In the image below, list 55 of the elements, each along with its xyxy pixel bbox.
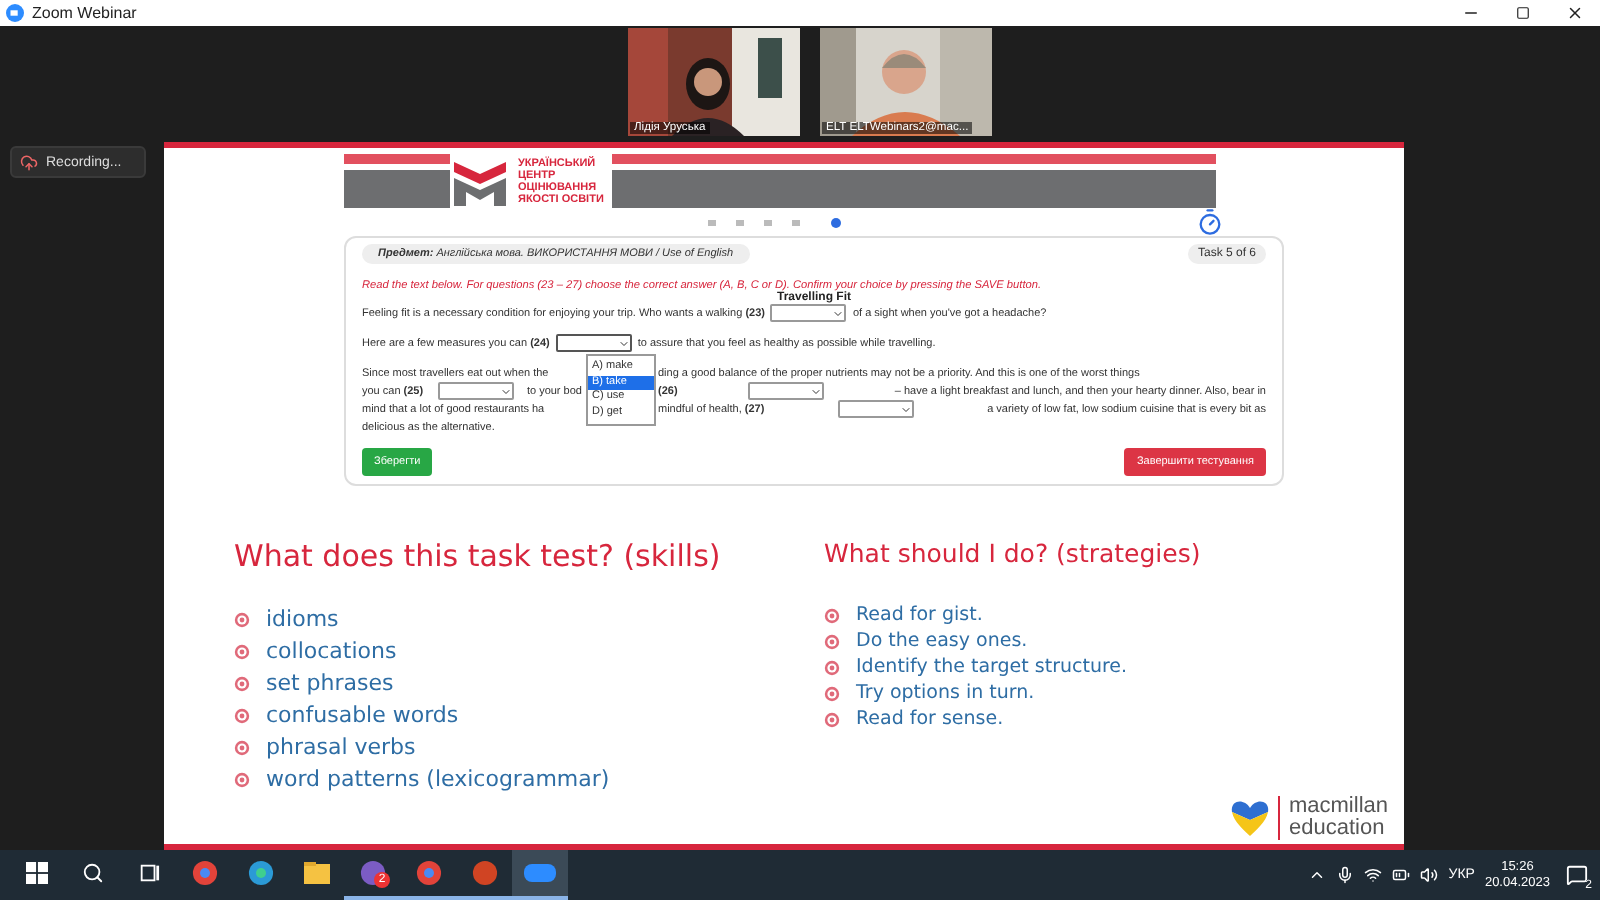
target-bullet-icon: [824, 659, 840, 675]
list-item: idioms: [266, 606, 339, 632]
heart-logo-icon: [1230, 800, 1271, 836]
target-bullet-icon: [824, 685, 840, 701]
brand-text: education: [1288, 818, 1387, 840]
list-item: word patterns (lexicogrammar): [266, 766, 610, 792]
target-bullet-icon: [234, 643, 250, 659]
list-item: Do the easy ones.: [856, 630, 1028, 652]
slide-heading: What does this task test? (skills): [234, 538, 723, 574]
answer-dropdown[interactable]: [555, 334, 632, 352]
caret-icon: [832, 307, 845, 319]
target-bullet-icon: [234, 611, 250, 627]
notifications-icon[interactable]: [1565, 864, 1587, 886]
target-bullet-icon: [234, 675, 250, 691]
folder-icon: [303, 862, 329, 884]
cloud-upload-icon: [20, 153, 38, 171]
presentation-icon: [471, 860, 497, 886]
list-item: collocations: [266, 638, 397, 664]
brand-text: macmillan: [1288, 796, 1388, 818]
list-item: Identify the target structure.: [856, 656, 1128, 678]
target-bullet-icon: [234, 771, 250, 787]
caret-icon: [617, 337, 630, 349]
target-bullet-icon: [234, 739, 250, 755]
list-item: Read for sense.: [856, 708, 1004, 730]
target-bullet-icon: [824, 607, 840, 623]
slide-heading: What should I do? (strategies): [824, 538, 1203, 568]
browser-icon: [191, 860, 217, 886]
list-item: Read for gist.: [856, 604, 983, 626]
caret-icon: [899, 403, 912, 415]
target-bullet-icon: [824, 711, 840, 727]
search-icon: [81, 862, 103, 884]
windows-icon: [25, 862, 47, 884]
list-item: set phrases: [266, 670, 394, 696]
target-bullet-icon: [234, 707, 250, 723]
target-bullet-icon: [824, 633, 840, 649]
camera-app-icon: [524, 864, 556, 882]
browser-icon: [415, 860, 441, 886]
task-view-icon: [137, 862, 159, 884]
battery-icon[interactable]: [1392, 866, 1411, 884]
stopwatch-icon: [1196, 208, 1224, 236]
window-title: Zoom Webinar: [32, 4, 139, 22]
caret-icon: [499, 385, 512, 397]
volume-icon[interactable]: [1420, 866, 1439, 884]
microphone-icon[interactable]: [1336, 866, 1355, 884]
banner-block: [344, 170, 450, 208]
close-icon: [1565, 4, 1583, 22]
caret-icon: [810, 385, 823, 397]
chevron-up-icon[interactable]: [1308, 866, 1327, 884]
list-item: Try options in turn.: [856, 682, 1035, 704]
list-item: phrasal verbs: [266, 734, 416, 760]
network-icon[interactable]: [1364, 866, 1383, 884]
list-item: confusable words: [266, 702, 459, 728]
maximize-icon: [1515, 6, 1529, 20]
browser-icon: [247, 860, 273, 886]
banner-stripe: [344, 154, 450, 164]
